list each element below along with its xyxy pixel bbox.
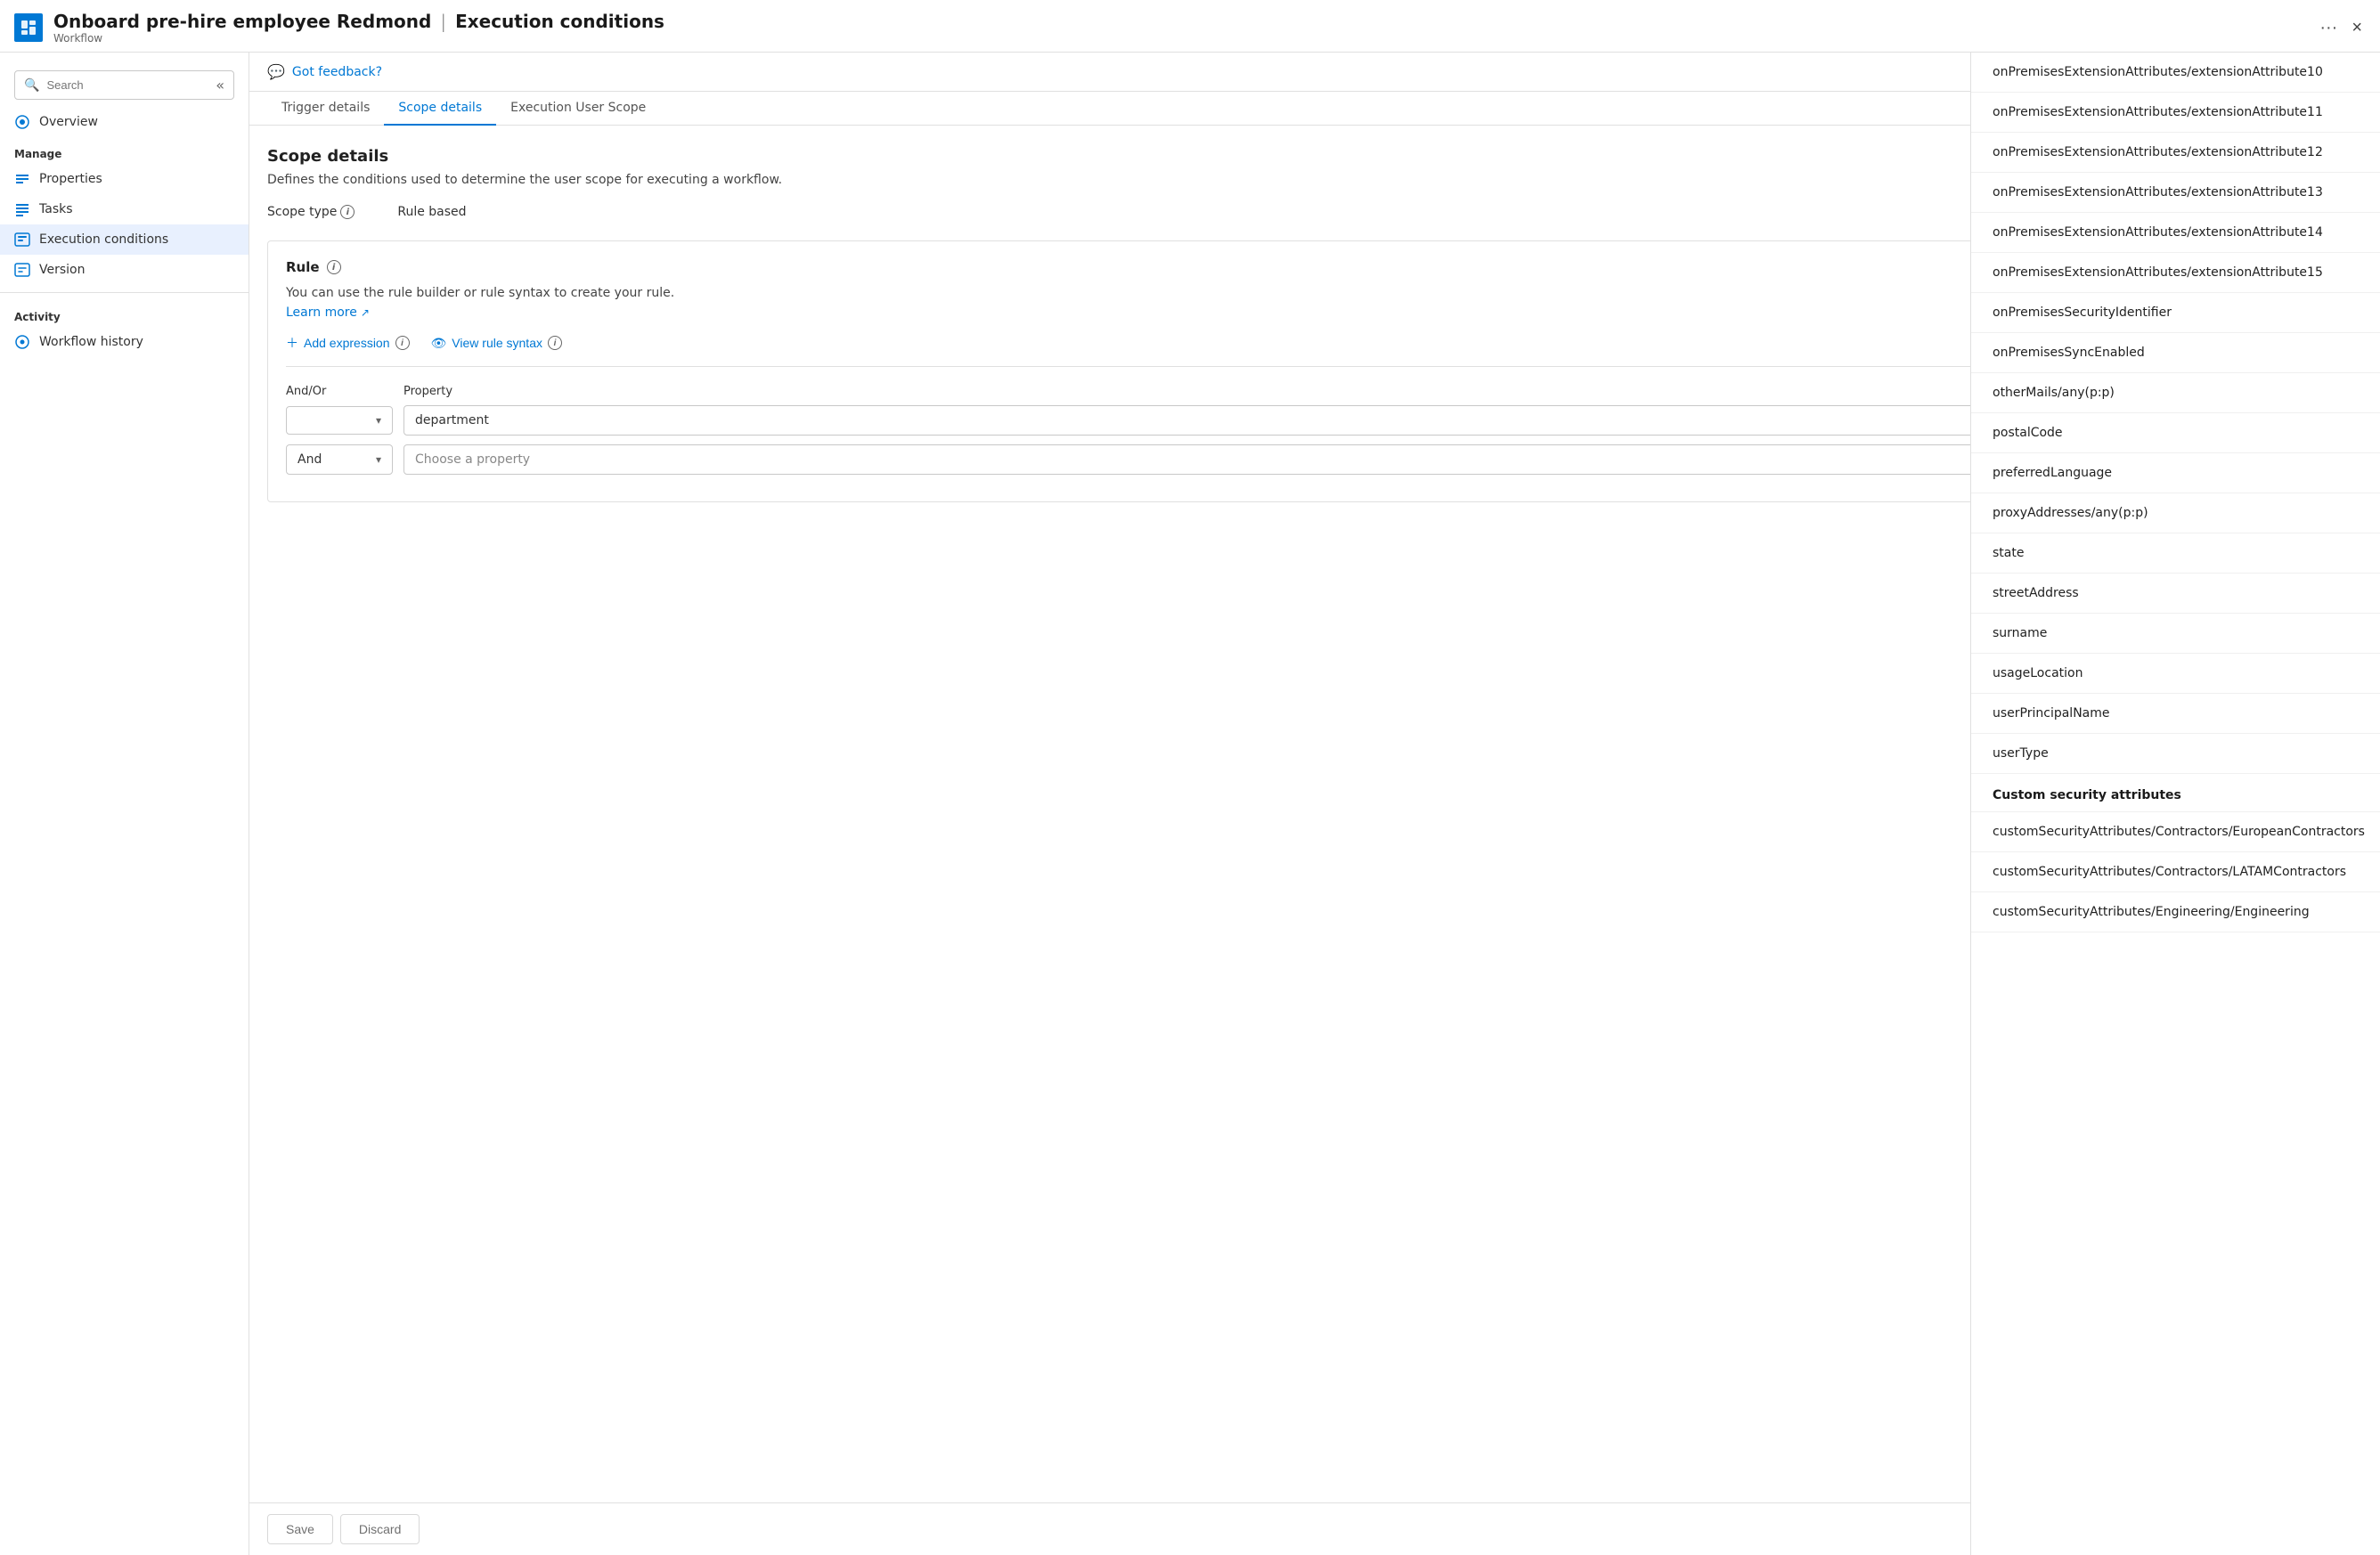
chevron-down-icon: ▾ [376,414,381,427]
close-button[interactable]: × [2351,18,2362,38]
dropdown-item-proxy-addr[interactable]: proxyAddresses/any(p:p) [1971,493,2380,533]
sidebar: 🔍 « Overview Manage Properties [0,53,249,1555]
chevron-down-icon: ▾ [376,453,381,466]
andor-dropdown-2[interactable]: And ▾ [286,444,393,475]
content-area: 💬 Got feedback? Trigger details Scope de… [249,53,2380,1555]
dropdown-section-custom-security: Custom security attributes [1971,774,2380,812]
dropdown-item-street-addr[interactable]: streetAddress [1971,574,2380,614]
rule-title: Rule [286,259,320,275]
save-button[interactable]: Save [267,1514,333,1544]
header-subtitle: Workflow [53,32,664,45]
sidebar-item-tasks[interactable]: Tasks [0,194,249,224]
eye-icon: 👁 [431,336,447,351]
dropdown-item-latam-contractors[interactable]: customSecurityAttributes/Contractors/LAT… [1971,852,2380,892]
tab-execution-user-scope[interactable]: Execution User Scope [496,92,660,126]
learn-more-link[interactable]: Learn more ↗ [286,305,370,320]
search-icon: 🔍 [24,78,39,93]
page-title: Execution conditions [455,11,664,32]
feedback-label[interactable]: Got feedback? [292,65,382,79]
sidebar-search-area: 🔍 « [0,63,249,107]
discard-button[interactable]: Discard [340,1514,420,1544]
sidebar-divider [0,292,249,293]
dropdown-item-european-contractors[interactable]: customSecurityAttributes/Contractors/Eur… [1971,812,2380,852]
property-dropdown-panel: onPremisesExtensionAttributes/extensionA… [1970,53,2380,1555]
scope-type-label: Scope type i [267,205,355,219]
scope-type-info-icon[interactable]: i [340,205,355,219]
dropdown-item-ext11[interactable]: onPremisesExtensionAttributes/extensionA… [1971,93,2380,133]
overview-icon [14,114,30,130]
main-layout: 🔍 « Overview Manage Properties [0,53,2380,1555]
feedback-icon: 💬 [267,63,285,80]
dropdown-item-surname[interactable]: surname [1971,614,2380,654]
tab-trigger-details[interactable]: Trigger details [267,92,384,126]
properties-icon [14,171,30,187]
workflow-icon [14,13,43,42]
external-link-icon: ↗ [361,306,370,319]
sidebar-item-properties-label: Properties [39,172,102,186]
dropdown-item-state[interactable]: state [1971,533,2380,574]
dropdown-item-ext13[interactable]: onPremisesExtensionAttributes/extensionA… [1971,173,2380,213]
sidebar-item-version-label: Version [39,263,85,277]
dropdown-item-user-type[interactable]: userType [1971,734,2380,774]
header-title: Onboard pre-hire employee Redmond | Exec… [53,11,664,32]
header-left: Onboard pre-hire employee Redmond | Exec… [14,11,664,45]
dropdown-item-ext14[interactable]: onPremisesExtensionAttributes/extensionA… [1971,213,2380,253]
search-box: 🔍 « [14,70,234,100]
execution-conditions-icon [14,232,30,248]
sidebar-item-overview-label: Overview [39,115,98,129]
add-expression-button[interactable]: ＋ Add expression i [286,334,410,352]
sidebar-item-workflow-history-label: Workflow history [39,335,143,349]
dropdown-item-preferred-lang[interactable]: preferredLanguage [1971,453,2380,493]
header-separator: | [440,11,446,32]
sidebar-item-execution-label: Execution conditions [39,232,168,247]
sidebar-item-workflow-history[interactable]: Workflow history [0,327,249,357]
andor-dropdown-1[interactable]: ▾ [286,406,393,435]
dropdown-item-sync-enabled[interactable]: onPremisesSyncEnabled [1971,333,2380,373]
header-title-block: Onboard pre-hire employee Redmond | Exec… [53,11,664,45]
add-expression-info-icon[interactable]: i [395,336,410,350]
view-rule-syntax-button[interactable]: 👁 View rule syntax i [431,336,562,351]
sidebar-item-execution-conditions[interactable]: Execution conditions [0,224,249,255]
dropdown-item-engineering[interactable]: customSecurityAttributes/Engineering/Eng… [1971,892,2380,932]
sidebar-item-version[interactable]: Version [0,255,249,285]
dropdown-item-ext10[interactable]: onPremisesExtensionAttributes/extensionA… [1971,53,2380,93]
dropdown-item-other-mails[interactable]: otherMails/any(p:p) [1971,373,2380,413]
workflow-history-icon [14,334,30,350]
dropdown-item-usage-location[interactable]: usageLocation [1971,654,2380,694]
sidebar-item-properties[interactable]: Properties [0,164,249,194]
dropdown-item-upn[interactable]: userPrincipalName [1971,694,2380,734]
search-input[interactable] [46,78,208,92]
dropdown-item-ext12[interactable]: onPremisesExtensionAttributes/extensionA… [1971,133,2380,173]
dropdown-item-security-id[interactable]: onPremisesSecurity​Identifier [1971,293,2380,333]
tab-scope-details[interactable]: Scope details [384,92,496,126]
sidebar-manage-label: Manage [0,137,249,164]
dropdown-item-postal-code[interactable]: postalCode [1971,413,2380,453]
rule-info-icon[interactable]: i [327,260,341,274]
add-icon: ＋ [286,334,298,352]
dropdown-item-ext15[interactable]: onPremisesExtensionAttributes/extensionA… [1971,253,2380,293]
col-andor-header: And/Or [286,385,393,398]
more-options-button[interactable]: ··· [2319,18,2337,38]
view-syntax-info-icon[interactable]: i [548,336,562,350]
tasks-icon [14,201,30,217]
sidebar-item-overview[interactable]: Overview [0,107,249,137]
sidebar-item-tasks-label: Tasks [39,202,73,216]
header: Onboard pre-hire employee Redmond | Exec… [0,0,2380,53]
version-icon [14,262,30,278]
workflow-name: Onboard pre-hire employee Redmond [53,11,431,32]
scope-type-value: Rule based [397,205,466,219]
sidebar-activity-label: Activity [0,300,249,327]
collapse-sidebar-button[interactable]: « [216,77,224,94]
app-container: Onboard pre-hire employee Redmond | Exec… [0,0,2380,1555]
